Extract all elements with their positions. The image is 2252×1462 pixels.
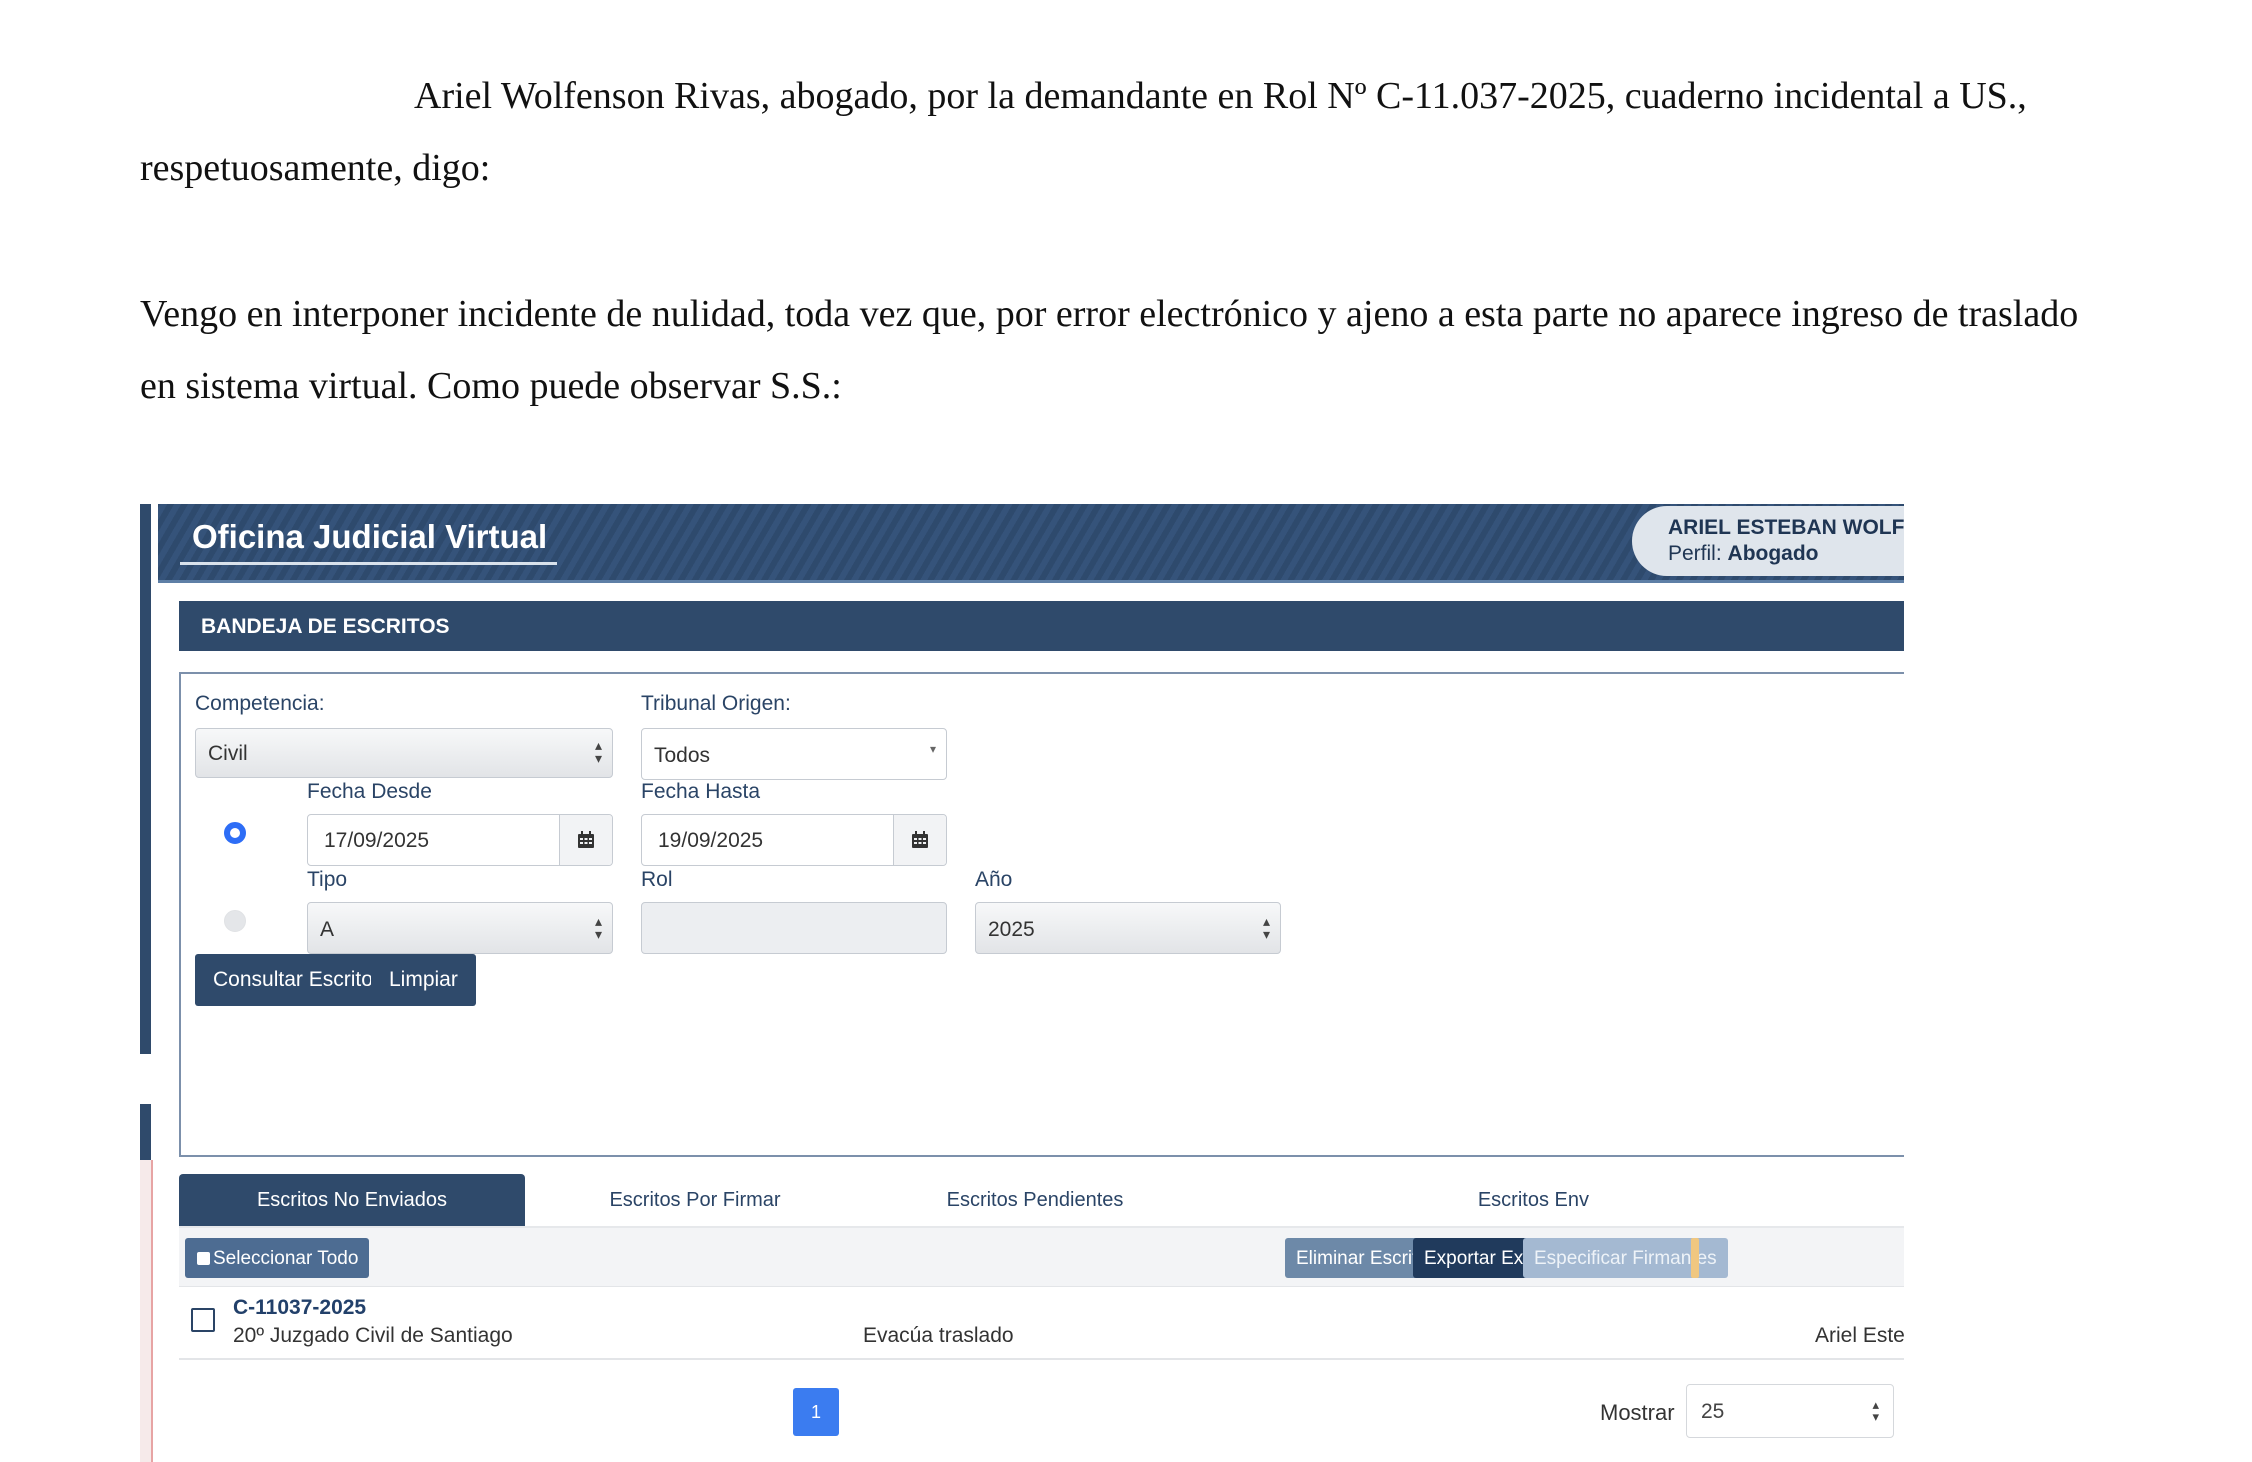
fecha-desde-label: Fecha Desde [307,780,432,803]
fecha-hasta-field[interactable]: 19/09/2025 [641,814,947,866]
radio-fecha[interactable] [224,822,246,844]
mostrar-label: Mostrar [1600,1400,1675,1425]
page-size-value: 25 [1701,1400,1725,1423]
calendar-button[interactable] [559,815,612,865]
toolbar-button-partial[interactable] [1691,1238,1699,1278]
user-info[interactable]: ARIEL ESTEBAN WOLFE Perfil: Abogado [1632,506,1904,576]
tipo-label: Tipo [307,868,348,891]
rol-label: Rol [641,868,673,891]
profile-value: Abogado [1727,542,1819,565]
tipo-select[interactable]: A ▴ ▾ [307,902,613,954]
fecha-desde-field[interactable]: 17/09/2025 [307,814,613,866]
radio-rol[interactable] [224,910,246,932]
document-text: Ariel Wolfenson Rivas, abogado, por la d… [414,75,2027,117]
tab-bar: Escritos No Enviados Escritos Por Firmar… [179,1174,1904,1228]
document-text: en sistema virtual. Como puede observar … [140,365,842,407]
left-rail [140,1160,153,1462]
calendar-icon [912,831,928,848]
table-row[interactable]: C-11037-2025 20º Juzgado Civil de Santia… [179,1288,1904,1360]
tab-por-firmar[interactable]: Escritos Por Firmar [525,1174,865,1226]
sort-arrows-icon: ▴ ▾ [594,737,602,766]
sort-arrows-icon: ▴ ▾ [594,913,602,942]
select-all-label: Seleccionar Todo [213,1248,359,1269]
app-title[interactable]: Oficina Judicial Virtual [180,518,558,565]
fecha-hasta-label: Fecha Hasta [641,780,761,803]
sort-arrows-icon: ▴ ▾ [1872,1397,1879,1424]
row-tribunal: 20º Juzgado Civil de Santiago [233,1324,513,1347]
competencia-select[interactable]: Civil ▴ ▾ [195,728,613,778]
document-text: Vengo en interponer incidente de nulidad… [140,293,2079,335]
row-checkbox[interactable] [191,1308,215,1332]
page-button-1[interactable]: 1 [793,1388,839,1436]
profile-label: Perfil: [1668,542,1722,565]
row-firmante: Ariel Esteban V [1815,1324,1904,1347]
limpiar-button[interactable]: Limpiar [371,954,476,1006]
anio-label: Año [975,868,1013,891]
checkbox-icon [197,1252,210,1265]
tab-pendientes[interactable]: Escritos Pendientes [865,1174,1205,1226]
anio-select[interactable]: 2025 ▴ ▾ [975,902,1281,954]
section-header: BANDEJA DE ESCRITOS [179,601,1904,651]
tab-no-enviados[interactable]: Escritos No Enviados [179,1174,525,1226]
row-rol[interactable]: C-11037-2025 [233,1296,366,1320]
calendar-button[interactable] [893,815,946,865]
page-size-select[interactable]: 25 ▴ ▾ [1686,1384,1894,1438]
row-tipo: Evacúa traslado [863,1324,1014,1347]
embedded-screenshot: Oficina Judicial Virtual ARIEL ESTEBAN W… [140,504,1904,1462]
tribunal-label: Tribunal Origen: [641,692,791,715]
left-rail [140,504,151,1054]
fecha-desde-value: 17/09/2025 [324,829,430,852]
toolbar: Seleccionar Todo Eliminar Escritos Expor… [179,1228,1904,1287]
document-text: respetuosamente, digo: [140,147,491,189]
sort-arrows-icon: ▴ ▾ [1262,913,1270,942]
chevron-down-icon: ▾ [929,742,936,756]
competencia-label: Competencia: [195,692,325,715]
document-paragraph-request: Vengo en interponer incidente de nulidad… [140,278,2218,422]
tribunal-value: Todos [654,744,711,767]
tipo-value: A [320,918,335,941]
rol-input[interactable] [641,902,947,954]
tribunal-select[interactable]: Todos ▾ [641,728,947,780]
document-paragraph-intro: Ariel Wolfenson Rivas, abogado, por la d… [140,60,2218,204]
competencia-value: Civil [208,742,248,765]
app-header: Oficina Judicial Virtual ARIEL ESTEBAN W… [158,504,1904,583]
tab-enviados[interactable]: Escritos Env [1249,1174,1589,1226]
select-all-button[interactable]: Seleccionar Todo [185,1238,370,1278]
fecha-hasta-value: 19/09/2025 [658,829,764,852]
user-profile: Perfil: Abogado [1668,542,1819,566]
filter-panel: Competencia: Civil ▴ ▾ Tribunal Origen: T… [179,672,1904,1157]
user-name: ARIEL ESTEBAN WOLFE [1668,516,1904,539]
anio-value: 2025 [988,918,1035,941]
section-title: BANDEJA DE ESCRITOS [201,615,450,638]
left-rail [140,1104,151,1160]
calendar-icon [578,831,594,848]
